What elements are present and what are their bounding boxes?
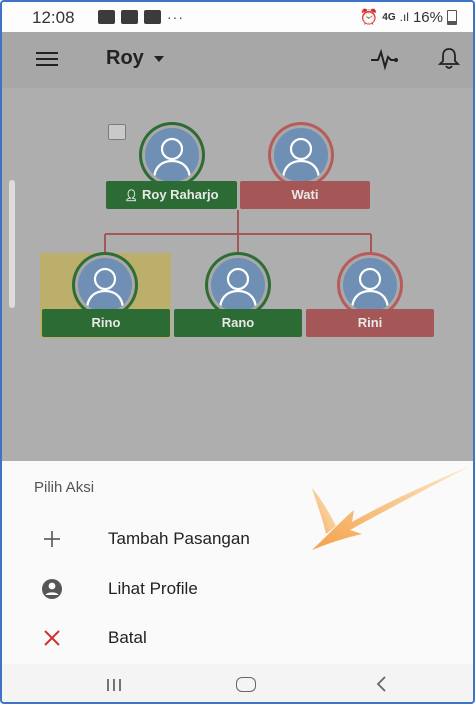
person-icon [218,267,258,311]
child-label-rino[interactable]: Rino [42,309,170,337]
system-nav-bar [2,664,473,702]
action-label: Batal [108,628,147,647]
person-icon [85,267,125,311]
contact-card-icon[interactable] [108,124,126,140]
parent-label-wati[interactable]: Wati [240,181,370,209]
phone-screen: 12:08 ··· ⏰ 4G .ıl 16% Roy 👤︎ Roy Raharj… [0,0,475,704]
home-icon[interactable] [236,677,256,692]
child-label-rini[interactable]: Rini [306,309,434,337]
person-icon [152,137,192,181]
recent-apps-icon[interactable] [106,678,122,692]
person-icon [281,137,321,181]
close-icon [44,630,60,646]
person-icon [350,267,390,311]
tree-connector-lines [104,210,372,254]
annotation-arrow [312,466,470,550]
child-label-rano[interactable]: Rano [174,309,302,337]
avatar-wati[interactable] [268,122,334,188]
back-icon[interactable] [375,676,387,692]
account-circle-icon [42,579,62,599]
action-label: Tambah Pasangan [108,529,250,548]
sheet-title: Pilih Aksi [34,479,95,496]
action-lihat-profile[interactable]: Lihat Profile [2,567,473,611]
action-batal[interactable]: Batal [2,616,473,660]
avatar-roy[interactable] [139,122,205,188]
user-icon: 👤︎ [124,190,139,202]
action-label: Lihat Profile [108,579,198,598]
plus-icon [44,531,60,547]
parent-label-roy[interactable]: 👤︎ Roy Raharjo [106,181,237,209]
